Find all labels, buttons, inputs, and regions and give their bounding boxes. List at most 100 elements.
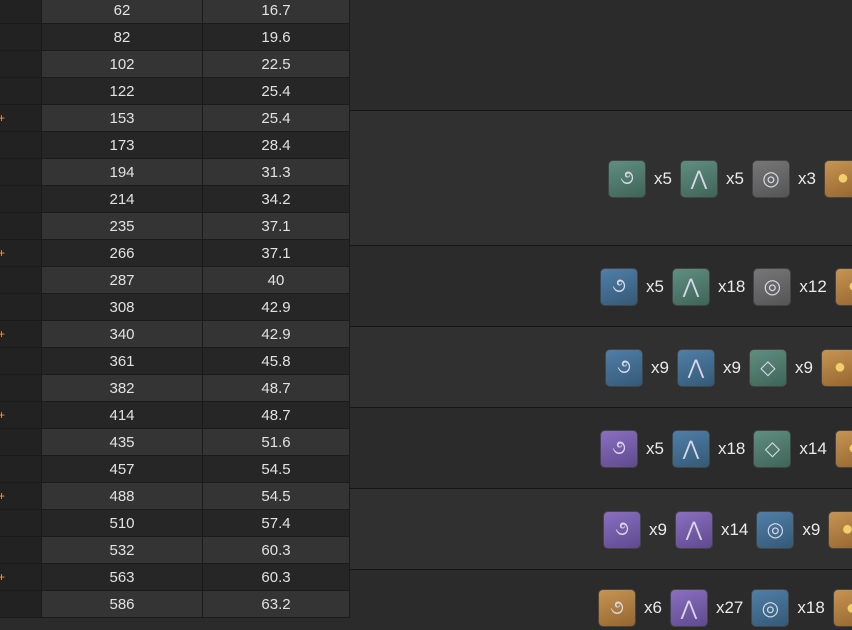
row-marker-cell	[0, 510, 42, 536]
material-group: ૭ x5 ⋀ x5 ◎ x3 ●	[350, 110, 852, 246]
ring-icon: ◎	[753, 267, 792, 306]
hp-cell: 173	[42, 132, 203, 158]
row-marker-cell: +	[0, 564, 42, 590]
material-group: ૭ x5 ⋀ x18 ◇ x14 ●	[350, 407, 852, 489]
material-quantity: x18	[797, 598, 825, 617]
table-row: 82 19.6	[0, 24, 350, 51]
table-row: 235 37.1	[0, 213, 350, 240]
crystal-ring-icon: ◇	[748, 348, 787, 387]
row-marker-cell	[0, 267, 42, 293]
material-item: ◎ x3	[751, 159, 816, 198]
hp-cell: 586	[42, 591, 203, 617]
row-marker-cell	[0, 51, 42, 77]
atk-cell: 25.4	[203, 78, 350, 104]
table-row: +153 25.4	[0, 105, 350, 132]
ascension-marker: +	[0, 111, 6, 125]
material-item: ●	[834, 429, 852, 468]
atk-cell: 45.8	[203, 348, 350, 374]
material-quantity: x9	[722, 357, 741, 377]
material-item: ◎ x12	[753, 267, 827, 306]
atk-cell: 37.1	[203, 213, 350, 239]
stats-table: 62 16.7 82 19.6 102 22.5 122 25.4 +153 25.4 173 28.…	[0, 0, 350, 618]
atk-cell: 34.2	[203, 186, 350, 212]
material-item: ૭ x9	[603, 510, 667, 549]
row-marker-cell: +	[0, 402, 42, 428]
hp-cell: 510	[42, 510, 203, 536]
ascension-marker: +	[0, 570, 6, 584]
hp-cell: 266	[42, 240, 203, 266]
ring-icon: ◎	[751, 159, 790, 198]
table-row: 62 16.7	[0, 0, 350, 24]
gold-swirl-icon: ૭	[598, 589, 636, 627]
atk-cell: 54.5	[203, 456, 350, 482]
atk-cell: 25.4	[203, 105, 350, 131]
material-quantity: x9	[651, 357, 669, 377]
claw-icon: ⋀	[674, 510, 713, 549]
coin-icon: ●	[820, 348, 852, 387]
material-item: ◇ x14	[753, 429, 827, 468]
hp-cell: 214	[42, 186, 203, 212]
table-row: 194 31.3	[0, 159, 350, 186]
atk-cell: 40	[203, 267, 350, 293]
hp-cell: 194	[42, 159, 203, 185]
ascension-marker: +	[0, 408, 6, 422]
hp-cell: 308	[42, 294, 203, 320]
material-quantity: x12	[799, 276, 827, 296]
atk-cell: 51.6	[203, 429, 350, 455]
material-quantity: x14	[720, 519, 749, 539]
hp-cell: 361	[42, 348, 203, 374]
row-marker-cell	[0, 456, 42, 482]
hp-cell: 122	[42, 78, 203, 104]
material-item: ⋀ x27	[669, 589, 743, 627]
material-quantity: x5	[654, 168, 672, 188]
atk-cell: 37.1	[203, 240, 350, 266]
row-marker-cell	[0, 537, 42, 563]
hp-cell: 488	[42, 483, 203, 509]
row-marker-cell: +	[0, 240, 42, 266]
material-quantity: x14	[799, 438, 827, 458]
hp-cell: 62	[42, 0, 203, 23]
row-marker-cell	[0, 375, 42, 401]
material-quantity: x9	[794, 357, 813, 377]
material-item: ⋀ x18	[671, 429, 745, 468]
material-quantity: x18	[717, 276, 746, 296]
atk-cell: 63.2	[203, 591, 350, 617]
table-row: +414 48.7	[0, 402, 350, 429]
light-swirl-icon: ૭	[600, 429, 638, 468]
gold-ring-icon: ◎	[751, 589, 790, 627]
row-marker-cell	[0, 159, 42, 185]
table-row: 308 42.9	[0, 294, 350, 321]
atk-cell: 60.3	[203, 537, 350, 563]
gold-ring-icon: ◎	[756, 510, 795, 549]
table-row: +266 37.1	[0, 240, 350, 267]
material-group: ૭ x9 ⋀ x9 ◇ x9 ●	[350, 326, 852, 408]
hp-cell: 235	[42, 213, 203, 239]
hp-cell: 340	[42, 321, 203, 347]
table-row: 122 25.4	[0, 78, 350, 105]
material-item: ◎ x9	[756, 510, 820, 549]
table-row: 435 51.6	[0, 429, 350, 456]
material-quantity: x5	[646, 276, 664, 296]
claw-icon: ⋀	[669, 589, 708, 627]
material-item: ⋀ x18	[671, 267, 746, 306]
table-row: +563 60.3	[0, 564, 350, 591]
material-quantity: x9	[649, 519, 667, 539]
material-item: ●	[823, 159, 852, 198]
atk-cell: 48.7	[203, 375, 350, 401]
table-row: 214 34.2	[0, 186, 350, 213]
coin-icon: ●	[834, 429, 852, 468]
atk-cell: 31.3	[203, 159, 350, 185]
coin-icon: ●	[823, 159, 852, 198]
material-item: ●	[834, 267, 852, 306]
row-marker-cell	[0, 429, 42, 455]
material-item: ◇ x9	[748, 348, 813, 387]
material-quantity: x5	[646, 438, 664, 458]
coin-icon: ●	[828, 510, 852, 549]
hp-cell: 532	[42, 537, 203, 563]
claw-icon: ⋀	[679, 159, 718, 198]
row-marker-cell	[0, 348, 42, 374]
hp-cell: 382	[42, 375, 203, 401]
material-item: ⋀ x9	[676, 348, 741, 387]
light-swirl-icon: ૭	[603, 510, 641, 549]
crystal-ring-icon: ◇	[753, 429, 792, 468]
